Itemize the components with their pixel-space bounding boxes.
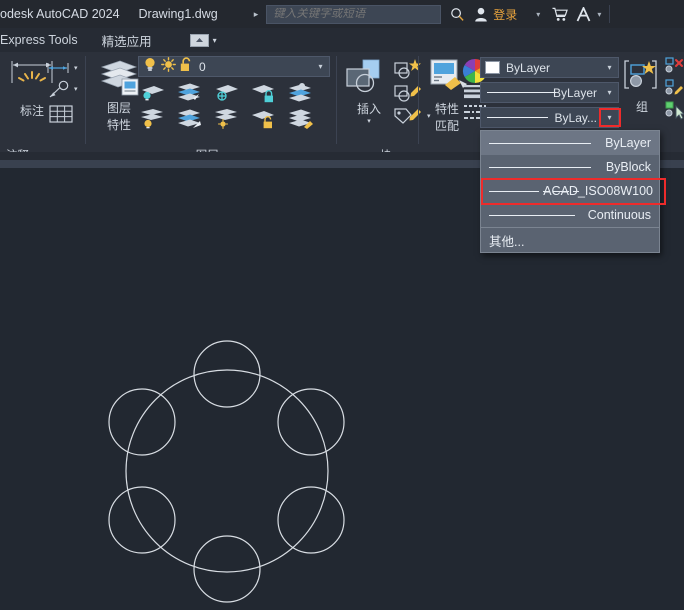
ribbon-minimize-caret-icon[interactable]: ▾ [213, 36, 217, 45]
layer-state-dropdown[interactable]: 0 ▾ [138, 56, 330, 77]
group-button-label: 组 [636, 98, 648, 115]
color-swatch [485, 61, 500, 74]
group-button[interactable]: 组 [622, 58, 662, 115]
satellite-circle-2[interactable] [278, 389, 344, 455]
titlebar-divider [609, 5, 610, 23]
linetype-dropdown-list[interactable]: ByLayer ByBlock ACAD_ISO08W100 Continuou… [480, 130, 660, 253]
layer-unlock-icon[interactable] [249, 108, 277, 135]
layer-merge-icon[interactable] [175, 108, 203, 135]
layer-tools-row-1 [138, 82, 314, 109]
linetype-option-byblock-label: ByBlock [606, 160, 651, 174]
ribbon-tab-bar: Express Tools 精选应用 ▾ [0, 28, 684, 52]
layer-dropdown-caret-icon[interactable]: ▾ [312, 57, 329, 76]
lineweight-preview-line [487, 92, 556, 93]
linetype-option-bylayer[interactable]: ByLayer [481, 131, 659, 155]
linear-dimension-icon[interactable] [44, 60, 72, 81]
object-linetype-dropdown[interactable]: ByLay... ▾ [480, 107, 619, 128]
linetype-preview-solid [489, 167, 591, 168]
object-color-caret-icon[interactable]: ▾ [601, 58, 618, 77]
insert-block-label: 插入 [357, 100, 381, 117]
account-dropdown-caret-icon[interactable]: ▾ [536, 10, 540, 19]
cart-icon[interactable] [552, 7, 568, 22]
table-icon[interactable] [49, 104, 73, 129]
person-icon[interactable] [474, 7, 488, 22]
linetype-option-byblock[interactable]: ByBlock [481, 155, 659, 179]
leader-icon[interactable] [46, 80, 72, 105]
login-label[interactable]: 登录 [493, 6, 517, 23]
layer-properties-label-2: 特性 [107, 116, 131, 133]
ribbon-minimize-button[interactable] [190, 34, 209, 47]
layer-tools-row-2 [138, 108, 314, 135]
ribbon-panel-annotation: 标注 ▾ ▾ [0, 52, 85, 168]
linetype-preview-solid [489, 215, 575, 216]
object-lineweight-caret-icon[interactable]: ▾ [601, 83, 618, 102]
current-layer-name: 0 [199, 60, 312, 74]
tab-express-tools[interactable]: Express Tools [0, 33, 78, 47]
linetype-option-continuous[interactable]: Continuous [481, 203, 659, 227]
layer-match-icon[interactable] [286, 108, 314, 135]
dimension-button-label: 标注 [20, 102, 44, 119]
title-bar: odesk AutoCAD 2024 Drawing1.dwg ▸ 登录 ▾ [0, 0, 684, 28]
object-lineweight-dropdown[interactable]: ByLayer ▾ [480, 82, 619, 103]
help-a-icon[interactable] [576, 7, 591, 22]
linetype-preview-solid [489, 143, 591, 144]
satellite-circle-1[interactable] [194, 341, 260, 407]
insert-block-caret-icon[interactable]: ▾ [367, 117, 371, 125]
group-selection-icon[interactable] [664, 100, 684, 125]
document-menu-caret-icon[interactable]: ▸ [254, 9, 259, 20]
layer-thaw-icon[interactable] [212, 108, 240, 135]
leader-flyout-caret-icon[interactable]: ▾ [74, 85, 78, 93]
tab-featured-apps[interactable]: 精选应用 [102, 31, 152, 50]
application-title: odesk AutoCAD 2024 [0, 7, 120, 21]
satellite-circle-6[interactable] [109, 389, 175, 455]
match-properties-label-1: 特性 [435, 100, 459, 117]
autocad-window: odesk AutoCAD 2024 Drawing1.dwg ▸ 登录 ▾ [0, 0, 684, 610]
linetype-option-acad-iso08w100-label: ACAD_ISO08W100 [543, 184, 653, 198]
layer-lock-icon[interactable] [249, 82, 277, 109]
layer-properties-label-1: 图层 [107, 99, 131, 116]
linetype-option-other[interactable]: 其他... [481, 228, 659, 252]
satellite-circle-5[interactable] [109, 487, 175, 553]
linetype-option-bylayer-label: ByLayer [605, 136, 651, 150]
lightbulb-on-icon[interactable] [143, 57, 157, 77]
ribbon-panel-layer: 图层 特性 [86, 52, 336, 168]
search-input[interactable] [273, 8, 440, 20]
ribbon-minimize-control[interactable]: ▾ [190, 34, 217, 47]
layer-freeze-icon[interactable] [175, 82, 203, 109]
dimension-flyout-caret-icon[interactable]: ▾ [74, 64, 78, 72]
linetype-option-continuous-label: Continuous [588, 208, 651, 222]
insert-block-button[interactable]: 插入 ▾ [343, 58, 395, 125]
linetype-preview-line [487, 117, 548, 118]
linetype-option-acad-iso08w100[interactable]: ACAD_ISO08W100 [481, 179, 659, 203]
layer-make-current-icon[interactable] [286, 82, 314, 109]
help-dropdown-caret-icon[interactable]: ▾ [597, 10, 601, 19]
match-properties-label-2: 匹配 [435, 117, 459, 134]
document-title[interactable]: Drawing1.dwg [139, 7, 218, 21]
linetype-preview-dash-start [489, 191, 539, 192]
satellite-circle-3[interactable] [278, 487, 344, 553]
object-color-dropdown[interactable]: ByLayer ▾ [480, 57, 619, 78]
main-circle[interactable] [126, 370, 328, 572]
unlock-icon[interactable] [180, 57, 193, 77]
layer-isolate-icon[interactable] [138, 82, 166, 109]
search-box[interactable] [266, 5, 441, 24]
layer-previous-icon[interactable] [138, 108, 166, 135]
layer-properties-button[interactable]: 图层 特性 [96, 57, 142, 133]
sun-icon[interactable] [161, 57, 176, 77]
search-icon[interactable] [450, 7, 465, 22]
linetype-option-other-label: 其他... [489, 231, 524, 250]
object-color-value: ByLayer [506, 61, 601, 75]
object-linetype-caret-icon[interactable]: ▾ [601, 108, 618, 127]
layer-off-icon[interactable] [212, 82, 240, 109]
